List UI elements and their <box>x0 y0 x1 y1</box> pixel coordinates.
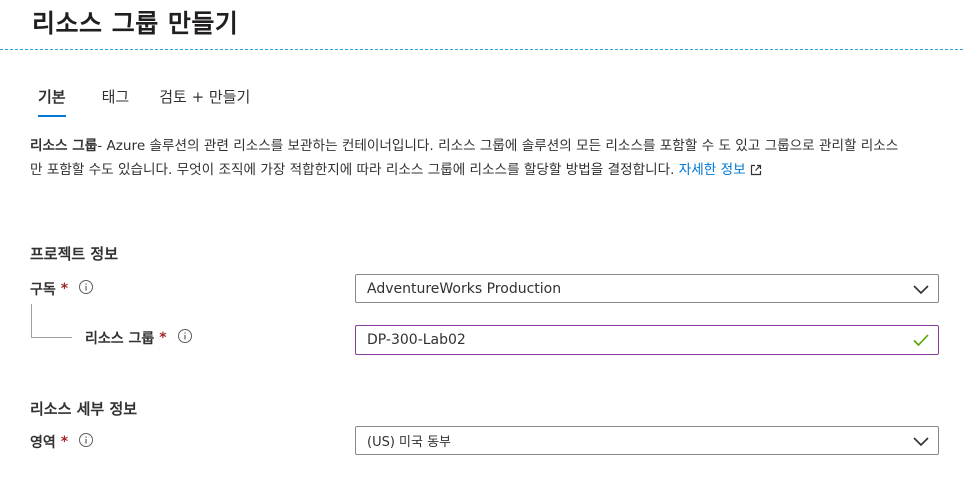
hierarchy-connector <box>31 304 72 338</box>
tab-bar: 기본 태그 검토 + 만들기 <box>38 86 280 117</box>
page-title: 리소스 그룹 만들기 <box>32 9 239 38</box>
region-value: (US) 미국 동부 <box>367 435 452 450</box>
info-icon[interactable] <box>78 432 94 452</box>
tab-review-create[interactable]: 검토 + 만들기 <box>159 86 250 117</box>
tab-tags[interactable]: 태그 <box>102 86 130 117</box>
subscription-dropdown[interactable]: AdventureWorks Production <box>355 274 939 303</box>
required-marker: * <box>60 434 69 450</box>
region-dropdown[interactable]: (US) 미국 동부 <box>355 426 939 455</box>
region-label-group: 영역 * <box>30 432 94 452</box>
resource-group-value: DP-300-Lab02 <box>367 332 466 348</box>
resource-group-label-group: 리소스 그룹 * <box>85 328 193 348</box>
subscription-label-group: 구독 * <box>30 279 94 299</box>
description: 리소스 그룹- Azure 솔루션의 관련 리소스를 보관하는 컨테이너입니다.… <box>30 134 910 184</box>
required-marker: * <box>159 330 167 346</box>
description-term: 리소스 그룹 <box>30 138 98 154</box>
checkmark-icon <box>912 332 930 352</box>
tab-basics[interactable]: 기본 <box>38 86 66 117</box>
info-icon[interactable] <box>78 279 94 299</box>
project-details-heading: 프로젝트 정보 <box>30 245 119 263</box>
resource-details-heading: 리소스 세부 정보 <box>30 400 138 418</box>
chevron-down-icon <box>912 281 930 301</box>
title-divider <box>0 49 963 50</box>
subscription-value: AdventureWorks Production <box>367 280 562 297</box>
resource-group-label: 리소스 그룹 <box>85 331 155 347</box>
subscription-label: 구독 <box>30 282 56 298</box>
resource-group-input[interactable]: DP-300-Lab02 <box>355 325 939 355</box>
region-label: 영역 <box>30 435 56 451</box>
chevron-down-icon <box>912 433 930 453</box>
description-body: - Azure 솔루션의 관련 리소스를 보관하는 컨테이너입니다. 리소스 그… <box>30 138 899 178</box>
info-icon[interactable] <box>177 328 193 348</box>
learn-more-link[interactable]: 자세한 정보 <box>679 162 762 178</box>
learn-more-label: 자세한 정보 <box>678 162 746 178</box>
required-marker: * <box>60 281 69 297</box>
external-link-icon <box>750 160 762 184</box>
